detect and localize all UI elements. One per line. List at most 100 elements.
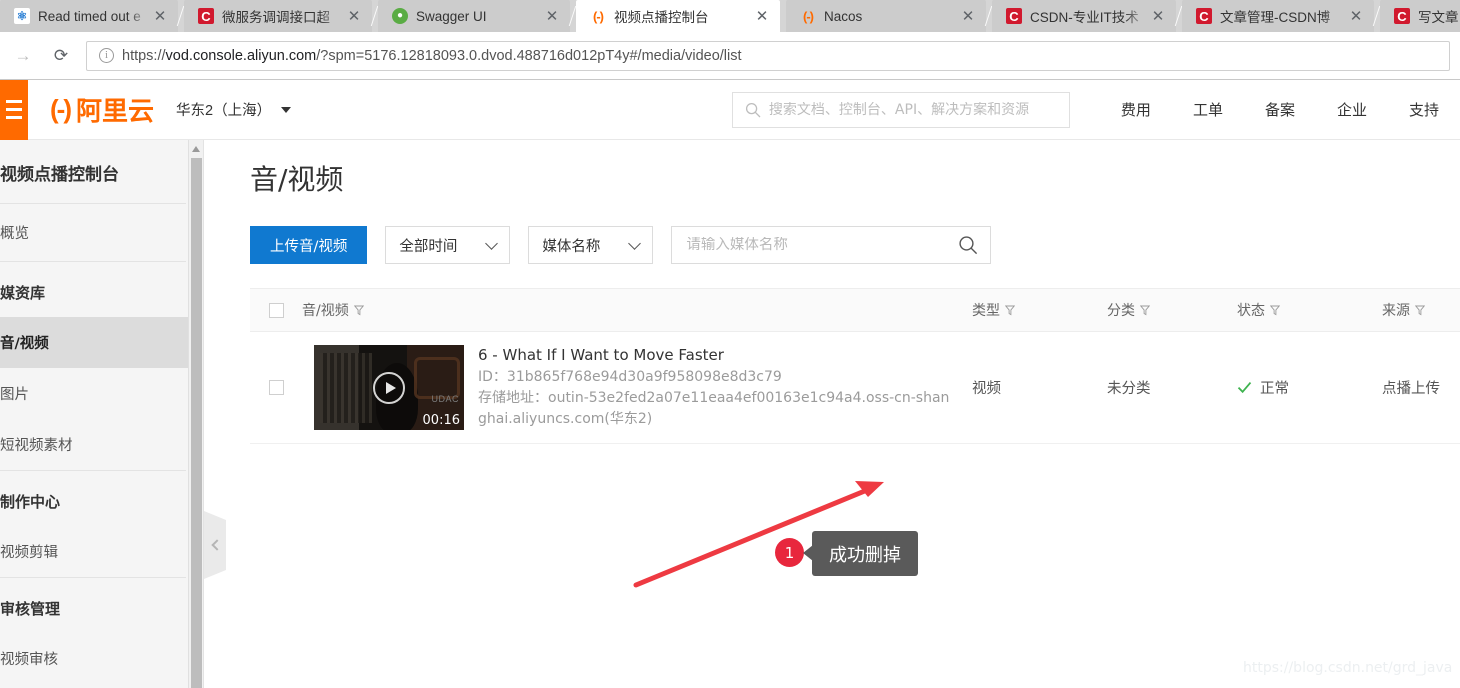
filter-icon[interactable] <box>1140 305 1150 316</box>
header-nav-item-0[interactable]: 费用 <box>1100 99 1172 120</box>
search-icon[interactable] <box>958 235 978 255</box>
media-id: ID：31b865f768e94d30a9f958098e8d3c79 <box>478 368 782 385</box>
scrollbar-thumb[interactable] <box>191 158 202 688</box>
url-input[interactable]: i https://vod.console.aliyun.com/?spm=51… <box>86 40 1450 71</box>
browser-tab-0[interactable]: ⚛ Read timed out e ✕ <box>0 0 178 32</box>
csdn-icon: C <box>1394 8 1410 24</box>
row-select-cell[interactable] <box>250 380 302 395</box>
media-meta: 6 - What If I Want to Move Faster ID：31b… <box>478 346 958 430</box>
main-content: 音/视频 上传音/视频 全部时间 媒体名称 请输入媒体名称 音/视频 类型 分类… <box>226 140 1460 688</box>
swagger-icon: ● <box>392 8 408 24</box>
upload-media-button[interactable]: 上传音/视频 <box>250 226 368 264</box>
chevron-left-icon <box>210 539 223 551</box>
aliyun-logo[interactable]: (-) 阿里云 <box>50 91 154 128</box>
tab-close-button[interactable]: ✕ <box>150 7 170 25</box>
global-search[interactable] <box>731 91 1070 128</box>
time-filter-select[interactable]: 全部时间 <box>385 226 511 264</box>
chevron-down-icon <box>485 236 499 250</box>
field-filter-select[interactable]: 媒体名称 <box>528 226 654 264</box>
th-status-label: 状态 <box>1237 303 1265 319</box>
brand-name: 阿里云 <box>75 97 154 127</box>
global-search-input[interactable] <box>768 101 1049 118</box>
th-status[interactable]: 状态 <box>1237 300 1382 320</box>
th-type[interactable]: 类型 <box>972 300 1107 320</box>
csdn-icon: C <box>198 8 214 24</box>
site-info-icon[interactable]: i <box>99 48 114 63</box>
sidebar-item-audio-video[interactable]: 音/视频 <box>0 317 203 368</box>
media-search-box[interactable] <box>671 226 992 264</box>
header-nav-item-2[interactable]: 备案 <box>1244 99 1316 120</box>
search-icon <box>745 102 761 117</box>
sidebar-item-short-video-material[interactable]: 短视频素材 <box>0 419 203 470</box>
tab-close-button[interactable]: ✕ <box>542 7 562 25</box>
video-thumbnail[interactable]: UDAC 00:16 <box>314 345 464 430</box>
browser-tab-7[interactable]: C 写文章 <box>1380 0 1460 32</box>
th-category[interactable]: 分类 <box>1107 300 1237 320</box>
header-nav-item-1[interactable]: 工单 <box>1172 99 1244 120</box>
sidebar-collapse-handle[interactable] <box>204 511 226 579</box>
header-nav-item-3[interactable]: 企业 <box>1316 99 1388 120</box>
chevron-down-icon <box>628 236 642 250</box>
tab-title: 微服务调调接口超 <box>222 10 330 25</box>
region-selector[interactable]: 华东2（上海） <box>176 99 292 120</box>
aliyun-icon: (-) <box>593 8 604 24</box>
tab-close-button[interactable]: ✕ <box>752 7 772 25</box>
forward-icon[interactable]: → <box>8 41 38 71</box>
aliyun-icon: (-) <box>803 8 814 24</box>
ide-icon: ⚛ <box>14 8 30 24</box>
sidebar-item-images[interactable]: 图片 <box>0 368 203 419</box>
browser-tab-3-active[interactable]: (-) 视频点播控制台 ✕ <box>576 0 780 32</box>
browser-tab-strip: ⚛ Read timed out e ✕ C 微服务调调接口超 ✕ ● Swag… <box>0 0 1460 32</box>
csdn-icon: C <box>1196 8 1212 24</box>
tab-title: CSDN-专业IT技术 <box>1030 10 1139 25</box>
media-table: 音/视频 类型 分类 状态 来源 UDAC 00:16 6 - What If … <box>250 288 1460 444</box>
sidebar-item-video-editing[interactable]: 视频剪辑 <box>0 526 203 577</box>
header-nav-item-4[interactable]: 支持 <box>1388 99 1460 120</box>
filter-icon[interactable] <box>1270 305 1280 316</box>
filter-icon[interactable] <box>1005 305 1015 316</box>
tab-close-button[interactable]: ✕ <box>1346 7 1366 25</box>
sidebar-group-production: 制作中心 <box>0 493 61 511</box>
filter-icon[interactable] <box>1415 305 1425 316</box>
sidebar-scrollbar[interactable] <box>188 140 203 688</box>
scroll-up-arrow-icon[interactable] <box>192 146 200 152</box>
sidebar: 视频点播控制台 概览 媒资库 音/视频 图片 短视频素材 制作中心 视频剪辑 审… <box>0 140 204 688</box>
tab-title: 文章管理-CSDN博 <box>1220 10 1331 25</box>
console-header: (-) 阿里云 华东2（上海） 费用 工单 备案 企业 支持 <box>0 79 1460 140</box>
cell-type: 视频 <box>972 381 1001 397</box>
sidebar-item-overview[interactable]: 概览 <box>0 204 203 261</box>
browser-tab-2[interactable]: ● Swagger UI ✕ <box>378 0 570 32</box>
media-cell: UDAC 00:16 6 - What If I Want to Move Fa… <box>302 345 972 430</box>
browser-tab-5[interactable]: C CSDN-专业IT技术 ✕ <box>992 0 1176 32</box>
table-row[interactable]: UDAC 00:16 6 - What If I Want to Move Fa… <box>250 332 1460 444</box>
check-icon <box>1237 382 1252 394</box>
tab-close-button[interactable]: ✕ <box>344 7 364 25</box>
page-title: 音/视频 <box>250 163 344 196</box>
video-duration: 00:16 <box>422 413 460 428</box>
tab-title: Swagger UI <box>416 8 487 24</box>
row-checkbox[interactable] <box>268 380 284 395</box>
reload-icon[interactable]: ⟳ <box>46 41 76 71</box>
thumbnail-logo <box>414 357 460 399</box>
media-search-input[interactable] <box>686 237 937 253</box>
tab-title: Read timed out e <box>38 8 141 24</box>
browser-tab-6[interactable]: C 文章管理-CSDN博 ✕ <box>1182 0 1374 32</box>
tab-close-button[interactable]: ✕ <box>1148 7 1168 25</box>
tab-close-button[interactable]: ✕ <box>958 7 978 25</box>
sidebar-title: 视频点播控制台 <box>0 165 119 185</box>
browser-tab-1[interactable]: C 微服务调调接口超 ✕ <box>184 0 372 32</box>
select-all-cell[interactable] <box>250 302 302 318</box>
select-all-checkbox[interactable] <box>268 302 284 318</box>
content-toolbar: 上传音/视频 全部时间 媒体名称 <box>250 226 1460 264</box>
th-media[interactable]: 音/视频 <box>302 300 972 320</box>
cell-category: 未分类 <box>1107 381 1151 397</box>
play-icon[interactable] <box>373 371 405 404</box>
region-label: 华东2（上海） <box>176 103 272 119</box>
th-media-label: 音/视频 <box>302 303 349 319</box>
media-name[interactable]: 6 - What If I Want to Move Faster <box>478 346 958 364</box>
filter-icon[interactable] <box>353 305 364 316</box>
hamburger-menu-icon[interactable] <box>0 79 28 140</box>
th-source[interactable]: 来源 <box>1382 300 1460 320</box>
browser-tab-4[interactable]: (-) Nacos ✕ <box>786 0 986 32</box>
sidebar-item-video-review[interactable]: 视频审核 <box>0 633 203 684</box>
